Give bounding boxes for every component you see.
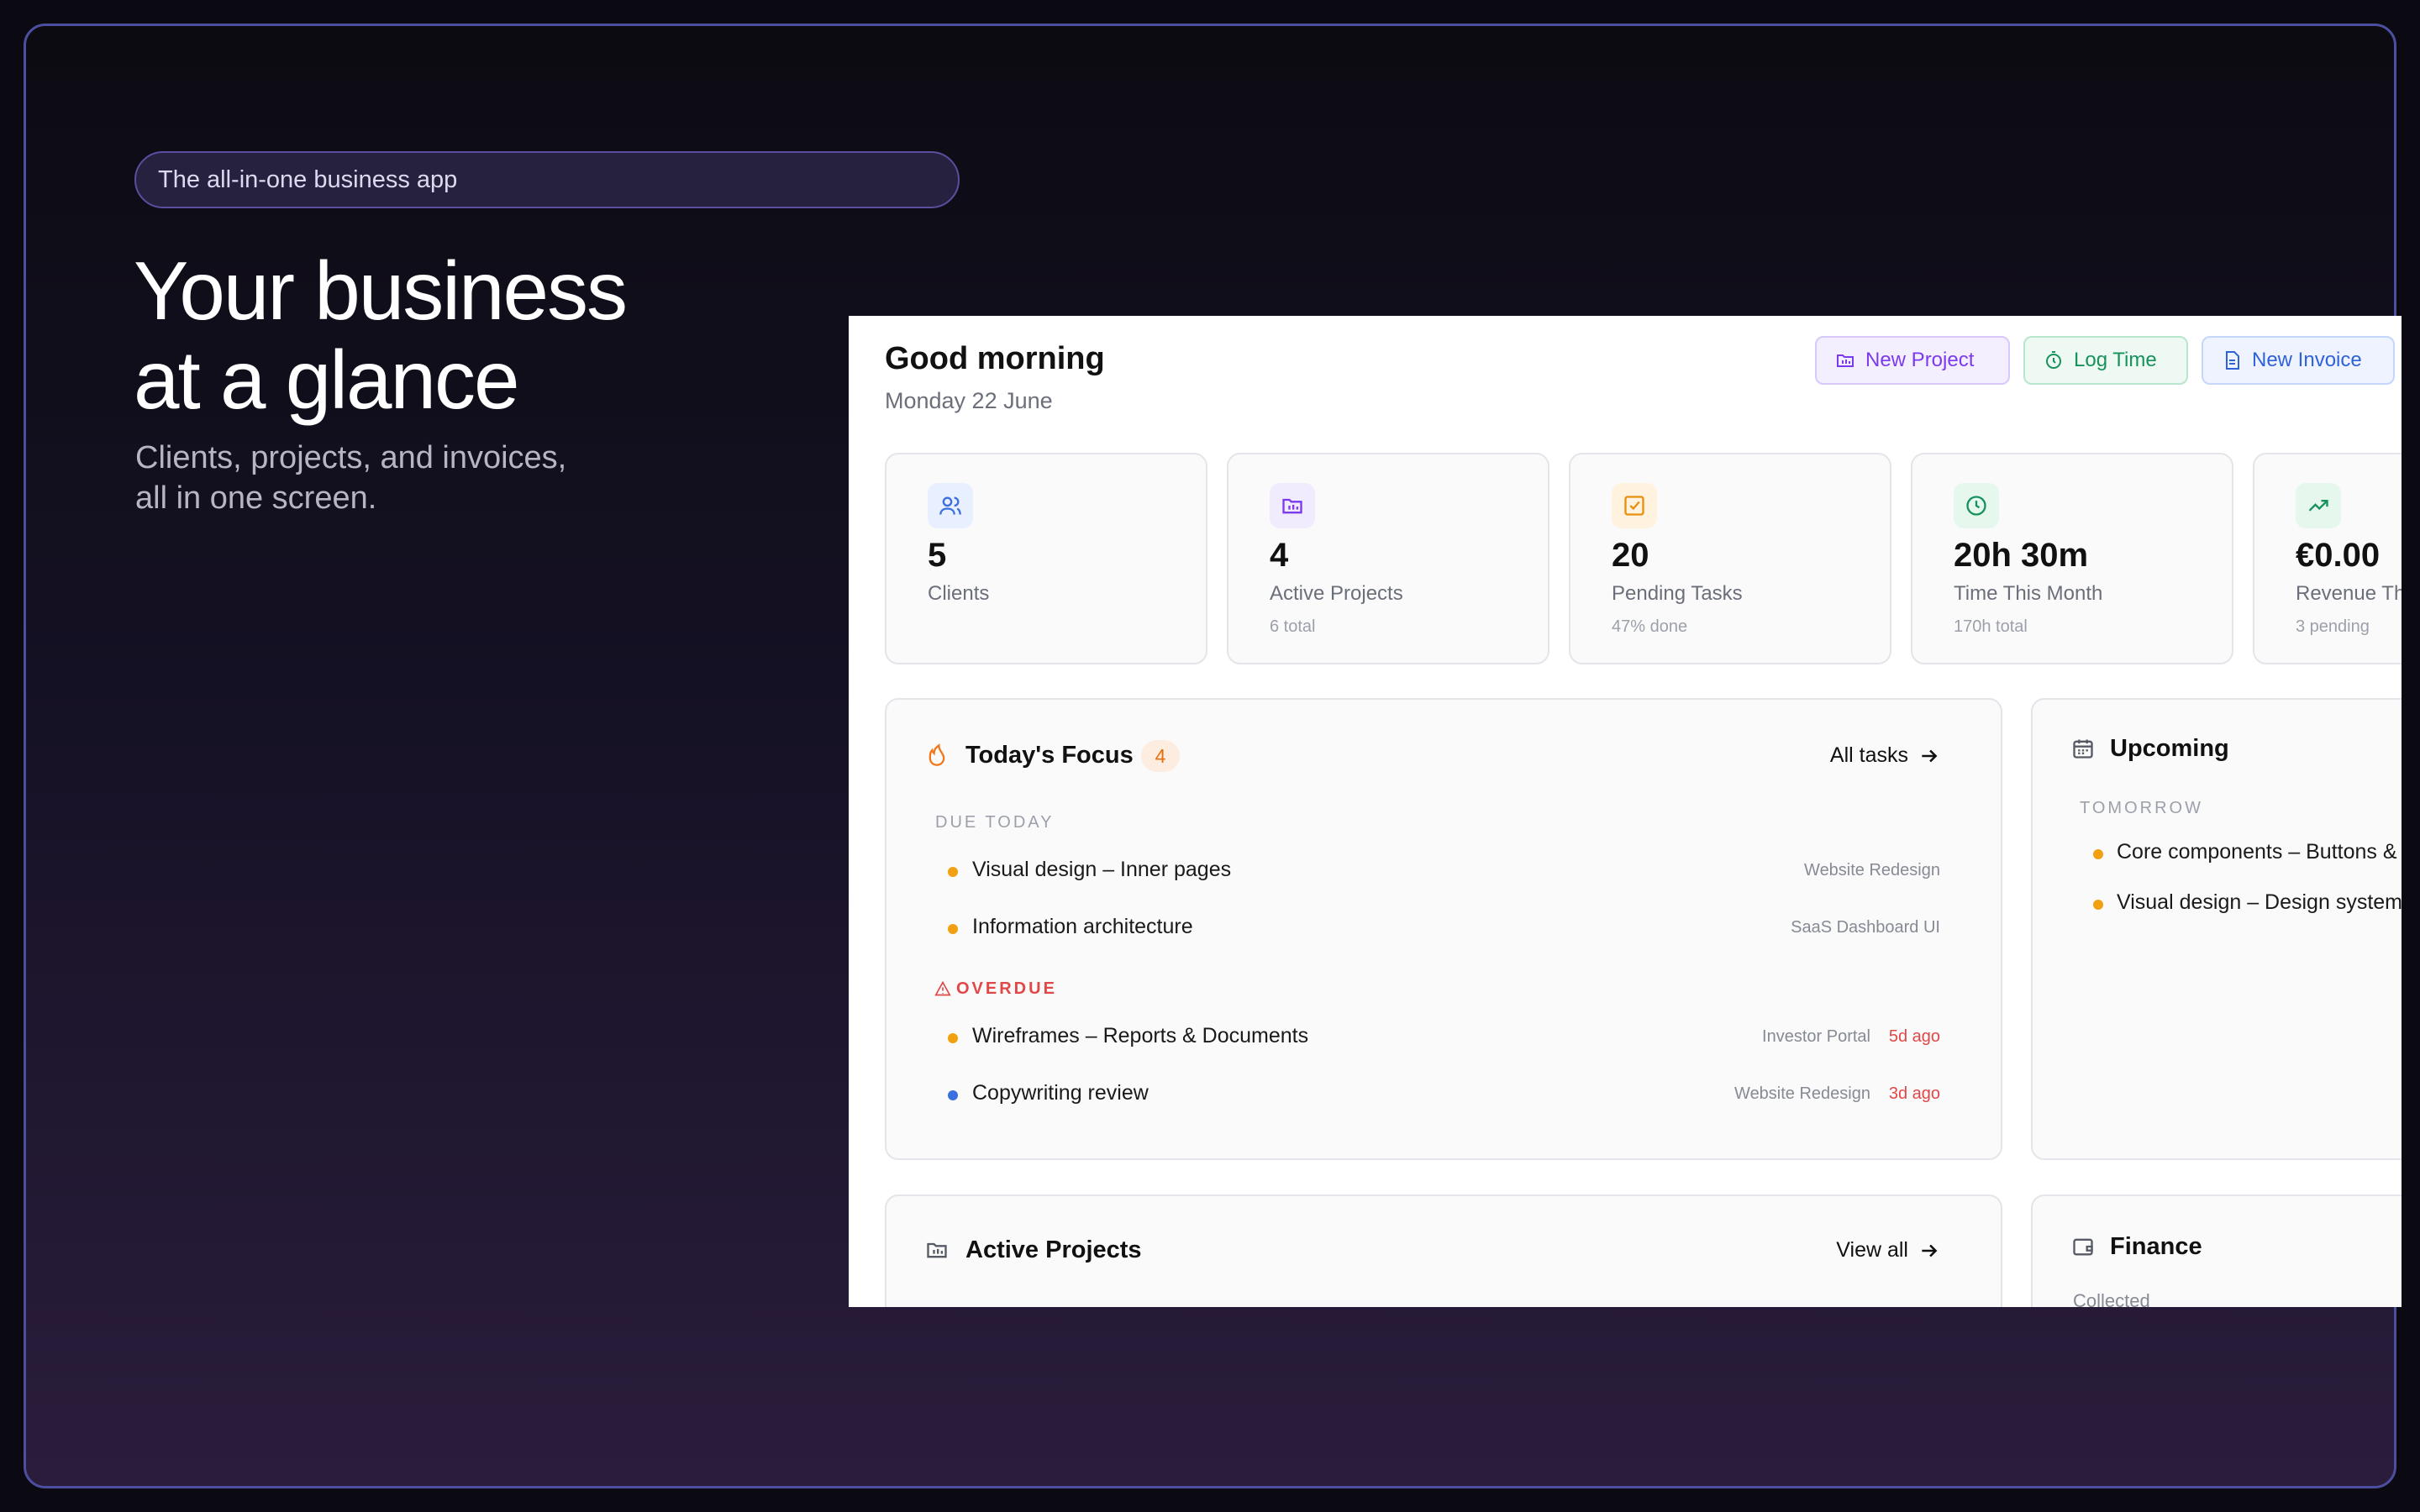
- hero-subtitle-line1: Clients, projects, and invoices,: [135, 440, 567, 475]
- stat-label: Active Projects: [1270, 582, 1403, 605]
- calendar-icon: [2073, 739, 2093, 759]
- active-projects-title: Active Projects: [965, 1236, 1142, 1263]
- upcoming-title: Upcoming: [2110, 735, 2229, 762]
- finance-card: Finance Collected: [2031, 1194, 2402, 1307]
- priority-dot: [948, 1090, 958, 1100]
- new-invoice-button[interactable]: New Invoice: [2202, 336, 2395, 385]
- document-icon: [2226, 351, 2239, 370]
- stat-card-revenue[interactable]: €0.00 Revenue Th 3 pending: [2253, 453, 2402, 664]
- stat-label: Revenue Th: [2296, 582, 2402, 605]
- checkbox-icon: [1612, 483, 1657, 528]
- current-date: Monday 22 June: [885, 388, 1053, 413]
- overdue-age: 5d ago: [1888, 1027, 1940, 1046]
- all-tasks-label: All tasks: [1829, 743, 1908, 767]
- finance-title: Finance: [2110, 1233, 2202, 1260]
- stat-label: Pending Tasks: [1612, 582, 1743, 605]
- todays-focus-card: Today's Focus 4 All tasks DUE TODAY Visu…: [885, 698, 2002, 1160]
- upcoming-task[interactable]: Core components – Buttons &: [2117, 840, 2397, 864]
- stopwatch-icon: [2046, 351, 2061, 369]
- view-all-label: View all: [1836, 1238, 1908, 1262]
- priority-dot: [2093, 849, 2103, 859]
- arrow-right-icon: [1922, 749, 1938, 762]
- finance-collected-label: Collected: [2073, 1290, 2150, 1307]
- wallet-icon: [2073, 1238, 2093, 1256]
- stat-sub: 47% done: [1612, 617, 1688, 636]
- new-project-label: New Project: [1865, 349, 1975, 371]
- all-tasks-link[interactable]: All tasks: [1830, 743, 1940, 768]
- stat-label: Clients: [928, 582, 990, 605]
- hero-title: Your business at a glance: [134, 244, 628, 426]
- stat-card-time-this-month[interactable]: 20h 30m Time This Month 170h total: [1911, 453, 2233, 664]
- upcoming-task[interactable]: Visual design – Design system: [2117, 890, 2402, 915]
- task-project: Website Redesign: [1734, 1084, 1870, 1103]
- stat-card-pending-tasks[interactable]: 20 Pending Tasks 47% done: [1569, 453, 1891, 664]
- new-invoice-label: New Invoice: [2252, 349, 2362, 371]
- view-all-link[interactable]: View all: [1836, 1238, 1940, 1263]
- hero-title-line1: Your business: [134, 244, 628, 337]
- overdue-heading: OVERDUE: [956, 979, 1057, 998]
- stat-value: 5: [928, 537, 947, 574]
- flame-icon: [929, 743, 945, 766]
- priority-dot: [948, 867, 958, 877]
- new-project-button[interactable]: New Project: [1815, 336, 2010, 385]
- stat-sub: 3 pending: [2296, 617, 2370, 636]
- priority-dot: [948, 924, 958, 934]
- folder-icon: [1270, 483, 1315, 528]
- stat-card-active-projects[interactable]: 4 Active Projects 6 total: [1227, 453, 1549, 664]
- priority-dot: [948, 1033, 958, 1043]
- stat-label: Time This Month: [1954, 582, 2103, 605]
- stat-value: 4: [1270, 537, 1289, 574]
- task-title[interactable]: Information architecture: [972, 915, 1193, 939]
- tomorrow-heading: TOMORROW: [2080, 799, 2203, 817]
- focus-title: Today's Focus: [965, 742, 1134, 769]
- log-time-label: Log Time: [2074, 349, 2157, 371]
- greeting: Good morning: [885, 341, 1105, 376]
- task-project: SaaS Dashboard UI: [1791, 918, 1940, 937]
- clock-icon: [1954, 483, 1999, 528]
- hero-title-line2: at a glance: [134, 333, 519, 426]
- users-icon: [928, 483, 973, 528]
- task-project: Website Redesign: [1804, 861, 1940, 879]
- active-projects-card: Active Projects View all: [885, 1194, 2002, 1307]
- focus-count-badge: 4: [1141, 740, 1180, 772]
- task-title[interactable]: Visual design – Inner pages: [972, 858, 1231, 882]
- hero-subtitle-line2: all in one screen.: [135, 480, 377, 516]
- priority-dot: [2093, 900, 2103, 910]
- upcoming-card: Upcoming TOMORROW Core components – Butt…: [2031, 698, 2402, 1160]
- stat-sub: 6 total: [1270, 617, 1316, 636]
- arrow-right-icon: [1922, 1244, 1938, 1257]
- overdue-age: 3d ago: [1888, 1084, 1940, 1103]
- tagline-pill: The all-in-one business app: [134, 151, 960, 208]
- task-project: Investor Portal: [1762, 1027, 1870, 1046]
- dashboard-window: Good morning Monday 22 June New Project …: [849, 316, 2402, 1307]
- hero-subtitle: Clients, projects, and invoices, all in …: [135, 438, 566, 518]
- stat-card-clients[interactable]: 5 Clients: [885, 453, 1207, 664]
- stat-value: 20h 30m: [1954, 537, 2089, 574]
- task-title[interactable]: Wireframes – Reports & Documents: [972, 1024, 1308, 1048]
- stat-value: 20: [1612, 537, 1649, 574]
- folder-icon: [1837, 354, 1854, 367]
- log-time-button[interactable]: Log Time: [2023, 336, 2188, 385]
- stat-sub: 170h total: [1954, 617, 2028, 636]
- folder-icon: [927, 1242, 947, 1258]
- stat-value: €0.00: [2296, 537, 2381, 574]
- task-title[interactable]: Copywriting review: [972, 1081, 1149, 1105]
- warning-icon: [934, 980, 951, 996]
- due-today-heading: DUE TODAY: [935, 813, 1055, 832]
- trending-up-icon: [2296, 483, 2341, 528]
